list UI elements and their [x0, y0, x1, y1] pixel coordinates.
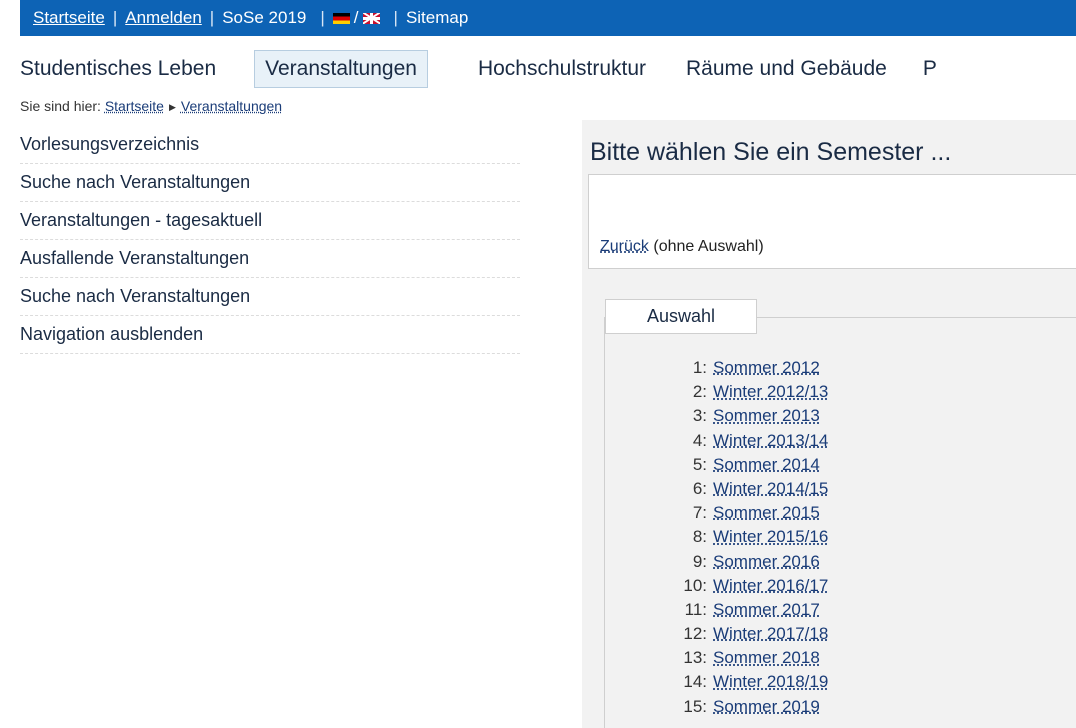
- semester-item: 1: Sommer 2012: [605, 356, 828, 380]
- home-link[interactable]: Startseite: [20, 8, 105, 28]
- semester-item: 6: Winter 2014/15: [605, 477, 828, 501]
- separator: |: [393, 8, 398, 27]
- separator: |: [320, 8, 325, 27]
- semester-item: 9: Sommer 2016: [605, 550, 828, 574]
- semester-number: 2:: [692, 382, 707, 402]
- german-flag-icon[interactable]: [332, 12, 350, 24]
- semester-number: 7:: [692, 503, 707, 523]
- semester-link[interactable]: Winter 2015/16: [713, 527, 828, 546]
- content-panel: Bitte wählen Sie ein Semester ... Zurück…: [582, 120, 1076, 728]
- semester-number: 8:: [692, 527, 707, 547]
- main-navigation: Studentisches Leben Veranstaltungen Hoch…: [20, 46, 947, 92]
- back-box: Zurück (ohne Auswahl): [588, 174, 1076, 269]
- semester-link[interactable]: Winter 2016/17: [713, 576, 828, 595]
- language-separator: /: [353, 8, 359, 27]
- nav-hochschulstruktur[interactable]: Hochschulstruktur: [468, 51, 656, 87]
- semester-link[interactable]: Sommer 2012: [713, 358, 820, 377]
- semester-link[interactable]: Winter 2017/18: [713, 624, 828, 643]
- sidebar-item-navigation-ausblenden[interactable]: Navigation ausblenden: [20, 316, 520, 354]
- semester-number: 3:: [692, 406, 707, 426]
- breadcrumb-prefix: Sie sind hier:: [20, 98, 101, 114]
- page-title: Bitte wählen Sie ein Semester ...: [590, 138, 952, 166]
- nav-veranstaltungen[interactable]: Veranstaltungen: [254, 50, 428, 88]
- sidebar-item-suche-2[interactable]: Suche nach Veranstaltungen: [20, 278, 520, 316]
- semester-item: 4: Winter 2013/14: [605, 429, 828, 453]
- semester-link[interactable]: Winter 2018/19: [713, 672, 828, 691]
- semester-number: 12:: [683, 624, 707, 644]
- semester-item: 12: Winter 2017/18: [605, 622, 828, 646]
- nav-raeume-und-gebaeude[interactable]: Räume und Gebäude: [676, 51, 897, 87]
- semester-item: 7: Sommer 2015: [605, 501, 828, 525]
- semester-number: 4:: [692, 430, 707, 450]
- sidebar-item-tagesaktuell[interactable]: Veranstaltungen - tagesaktuell: [20, 202, 520, 240]
- semester-item: 14: Winter 2018/19: [605, 670, 828, 694]
- login-link[interactable]: Anmelden: [125, 8, 202, 28]
- separator: |: [209, 8, 215, 27]
- semester-item: 11: Sommer 2017: [605, 598, 828, 622]
- semester-link[interactable]: Sommer 2017: [713, 600, 820, 619]
- semester-link[interactable]: Sommer 2018: [713, 648, 820, 667]
- semester-number: 14:: [683, 672, 707, 692]
- semester-link[interactable]: Sommer 2016: [713, 552, 820, 571]
- semester-link[interactable]: Sommer 2019: [713, 697, 820, 716]
- semester-number: 11:: [684, 599, 707, 619]
- semester-number: 13:: [683, 648, 707, 668]
- breadcrumb: Sie sind hier: Startseite ▶ Veranstaltunge…: [20, 98, 282, 114]
- semester-item: 15: Sommer 2019: [605, 695, 828, 719]
- semester-number: 5:: [692, 454, 707, 474]
- current-semester: SoSe 2019: [222, 8, 307, 27]
- semester-link[interactable]: Sommer 2015: [713, 503, 820, 522]
- semester-item: 5: Sommer 2014: [605, 453, 828, 477]
- sidebar: Vorlesungsverzeichnis Suche nach Veranst…: [20, 126, 520, 354]
- semester-number: 6:: [692, 478, 707, 498]
- semester-link[interactable]: Winter 2012/13: [713, 382, 828, 401]
- semester-item: 2: Winter 2012/13: [605, 380, 828, 404]
- nav-truncated-item[interactable]: P: [913, 51, 947, 87]
- semester-link[interactable]: Sommer 2014: [713, 455, 820, 474]
- semester-item: 3: Sommer 2013: [605, 404, 828, 428]
- back-link[interactable]: Zurück: [600, 238, 649, 255]
- english-flag-icon[interactable]: [362, 12, 380, 24]
- semester-link[interactable]: Winter 2014/15: [713, 479, 828, 498]
- sidebar-item-suche[interactable]: Suche nach Veranstaltungen: [20, 164, 520, 202]
- top-bar: Startseite | Anmelden | SoSe 2019 | / | …: [20, 0, 1076, 36]
- breadcrumb-veranstaltungen-link[interactable]: Veranstaltungen: [181, 98, 282, 114]
- sidebar-item-vorlesungsverzeichnis[interactable]: Vorlesungsverzeichnis: [20, 126, 520, 164]
- nav-studentisches-leben[interactable]: Studentisches Leben: [20, 51, 226, 87]
- caret-right-icon: ▶: [168, 102, 176, 112]
- breadcrumb-home-link[interactable]: Startseite: [105, 98, 164, 114]
- back-note: (ohne Auswahl): [653, 238, 764, 255]
- semester-link[interactable]: Winter 2013/14: [713, 431, 828, 450]
- semester-number: 1:: [692, 358, 707, 377]
- separator: |: [112, 8, 118, 27]
- semester-item: 13: Sommer 2018: [605, 646, 828, 670]
- semester-link[interactable]: Sommer 2013: [713, 406, 820, 425]
- sidebar-item-ausfallende[interactable]: Ausfallende Veranstaltungen: [20, 240, 520, 278]
- semester-number: 15:: [683, 696, 707, 716]
- back-row: Zurück (ohne Auswahl): [600, 238, 764, 256]
- sitemap-link[interactable]: Sitemap: [406, 8, 468, 28]
- semester-item: 8: Winter 2015/16: [605, 525, 828, 549]
- semester-number: 9:: [692, 551, 707, 571]
- semester-item: 10: Winter 2016/17: [605, 574, 828, 598]
- fieldset-legend: Auswahl: [605, 299, 757, 334]
- semester-list: 1: Sommer 2012 2: Winter 2012/13 3: Sommer 20…: [605, 356, 828, 719]
- semester-number: 10:: [683, 575, 707, 595]
- semester-fieldset: Auswahl 1: Sommer 2012 2: Winter 2012/13 3: S…: [604, 299, 1076, 728]
